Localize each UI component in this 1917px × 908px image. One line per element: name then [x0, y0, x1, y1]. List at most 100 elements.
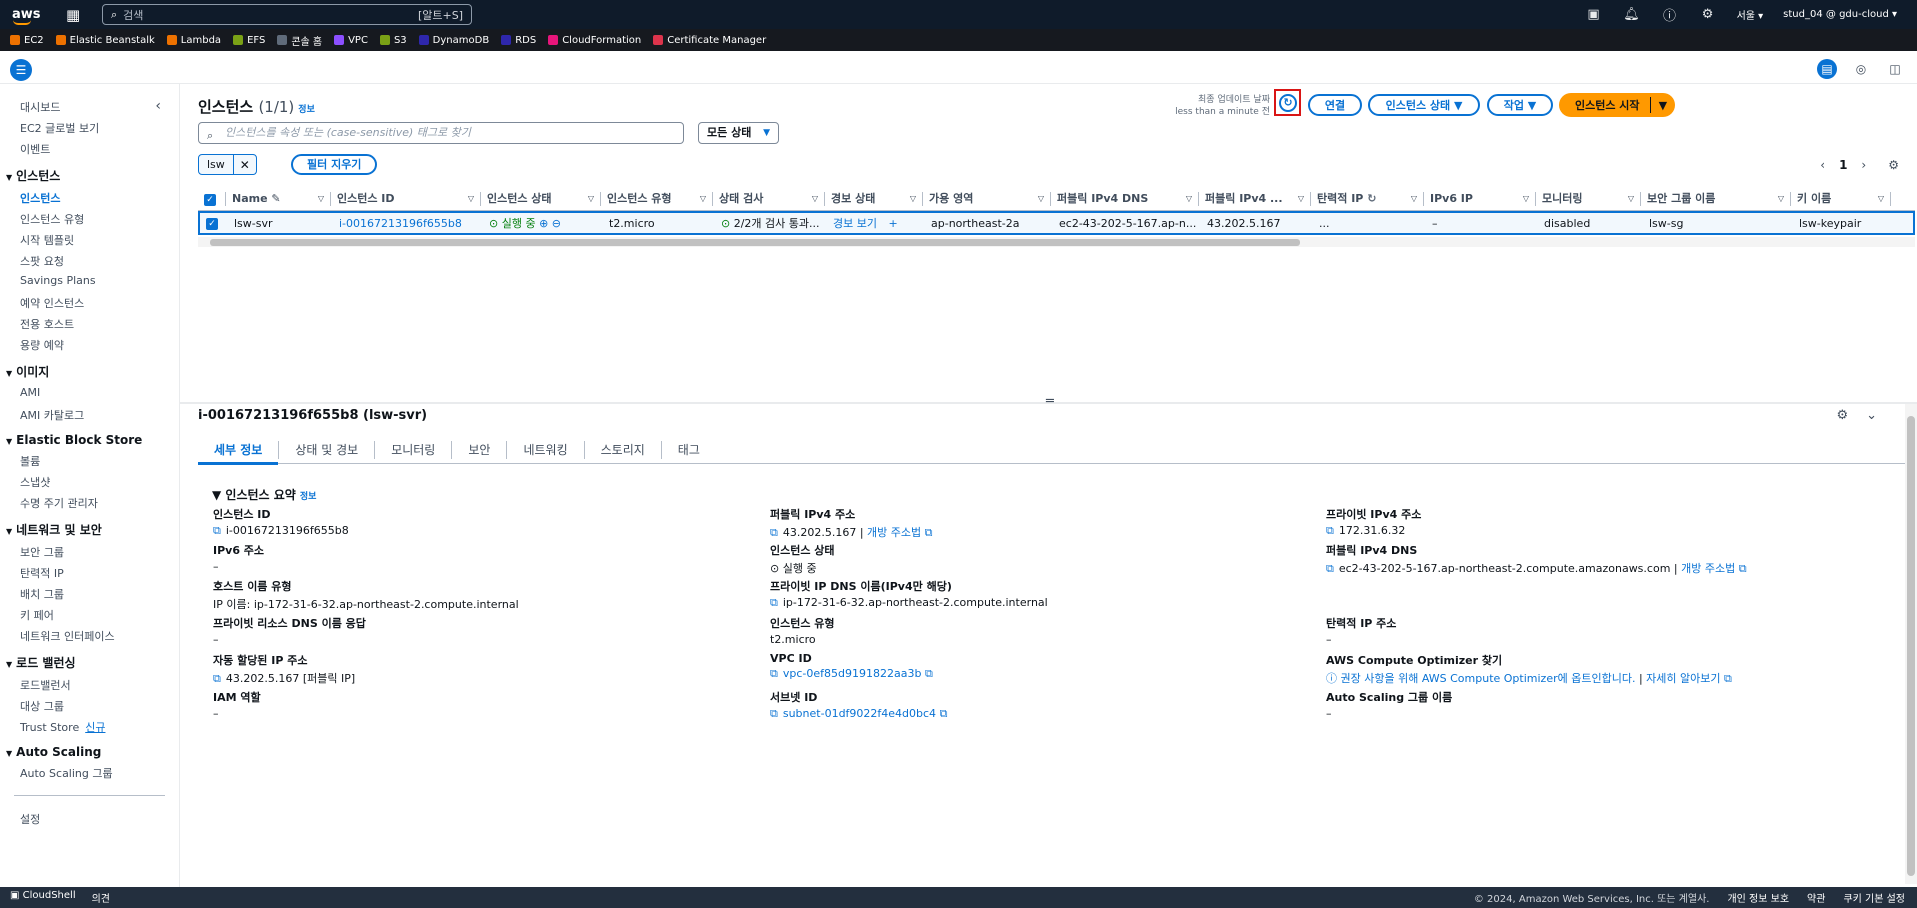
sidebar-item[interactable]: 대시보드 [0, 96, 179, 117]
sidebar-item[interactable]: 예약 인스턴스 [0, 292, 179, 313]
sort-caret-icon[interactable]: ▽ [588, 192, 594, 206]
info-link[interactable]: 정보 [298, 105, 315, 115]
sidebar-section-header[interactable]: Elastic Block Store [0, 425, 179, 450]
add-alarm-icon[interactable]: + [888, 217, 897, 230]
sidebar-item[interactable]: AMI 카탈로그 [0, 404, 179, 425]
favorite-dynamodb[interactable]: DynamoDB [418, 35, 489, 46]
scrollbar-thumb[interactable] [210, 239, 1300, 246]
favorite-콘솔-홈[interactable]: 콘솔 홈 [277, 33, 322, 48]
sidebar-item[interactable]: 용량 예약 [0, 334, 179, 355]
sort-caret-icon[interactable]: ▽ [1038, 192, 1044, 206]
copy-icon[interactable]: ⧉ [770, 667, 778, 680]
sidebar-item[interactable]: 인스턴스 유형 [0, 208, 179, 229]
page-number[interactable]: 1 [1839, 158, 1847, 172]
sort-caret-icon[interactable]: ▽ [1411, 192, 1417, 206]
aws-logo[interactable]: aws [12, 7, 50, 25]
column-header[interactable]: 퍼블릭 IPv4 DNS ▽ [1051, 191, 1199, 206]
copy-icon[interactable]: ⧉ [213, 524, 221, 537]
sidebar-item[interactable]: 네트워크 인터페이스 [0, 625, 179, 646]
sidebar-item[interactable]: 배치 그룹 [0, 583, 179, 604]
select-all-checkbox[interactable]: ✓ [198, 191, 226, 206]
split-panel-divider[interactable]: ═ [180, 394, 1917, 409]
privacy-link[interactable]: 개인 정보 보호 [1727, 890, 1789, 905]
prev-page-icon[interactable]: ‹ [1820, 158, 1825, 172]
menu-hamburger-icon[interactable]: ☰ [10, 59, 32, 81]
sidebar-section-header[interactable]: 이미지 [0, 355, 179, 383]
sidebar-item[interactable]: 전용 호스트 [0, 313, 179, 334]
view-alarms-link[interactable]: 경보 보기 [833, 217, 877, 230]
table-settings-gear-icon[interactable]: ⚙ [1888, 158, 1899, 172]
clear-filters-button[interactable]: 필터 지우기 [291, 154, 378, 175]
column-header[interactable]: 퍼블릭 IPv4 ... ▽ [1199, 191, 1311, 206]
panel-toggle-icon[interactable]: ▤ [1817, 59, 1837, 79]
info-link[interactable]: 정보 [300, 492, 317, 502]
learn-more-link[interactable]: 자세히 알아보기 [1646, 672, 1720, 685]
copy-icon[interactable]: ⧉ [770, 707, 778, 720]
terms-link[interactable]: 약관 [1807, 890, 1825, 905]
sidebar-item[interactable]: 로드밸런서 [0, 674, 179, 695]
copy-icon[interactable]: ⧉ [770, 526, 778, 539]
region-selector[interactable]: 서울 ▾ [1727, 7, 1774, 22]
row-checkbox[interactable]: ✓ [200, 216, 228, 230]
remove-token-icon[interactable]: ✕ [234, 158, 256, 172]
sidebar-item[interactable]: Savings Plans [0, 271, 179, 292]
detail-vertical-scrollbar[interactable] [1905, 404, 1917, 884]
subnet-link[interactable]: subnet-01df9022f4e4d0bc4 [783, 707, 936, 720]
sidebar-item[interactable]: 볼륨 [0, 450, 179, 471]
instance-summary-header[interactable]: ▼ 인스턴스 요약 정보 [212, 486, 316, 503]
favorite-efs[interactable]: EFS [233, 35, 265, 46]
sort-caret-icon[interactable]: ▽ [1298, 192, 1304, 206]
sidebar-section-header[interactable]: 로드 밸런싱 [0, 646, 179, 674]
search-input[interactable]: ⌕ 검색 [알트+S] [102, 4, 472, 25]
sidebar-item[interactable]: 스냅샷 [0, 471, 179, 492]
sort-caret-icon[interactable]: ▽ [318, 192, 324, 206]
collapse-panel-chevron-icon[interactable]: ⌄ [1866, 408, 1877, 423]
sidebar-section-header[interactable]: 네트워크 및 보안 [0, 513, 179, 541]
sidebar-item[interactable]: 대상 그룹 [0, 695, 179, 716]
feedback-link[interactable]: 의견 [92, 890, 110, 905]
sidebar-item-settings[interactable]: 설정 [0, 808, 179, 829]
favorite-rds[interactable]: RDS [501, 35, 536, 46]
settings-gear-icon[interactable]: ⚙ [1689, 7, 1727, 22]
sidebar-item[interactable]: Auto Scaling 그룹 [0, 762, 179, 783]
sidebar-section-header[interactable]: 인스턴스 [0, 159, 179, 187]
sort-caret-icon[interactable]: ▽ [1186, 192, 1192, 206]
sidebar-item[interactable]: EC2 글로벌 보기 [0, 117, 179, 138]
sort-caret-icon[interactable]: ▽ [700, 192, 706, 206]
vpc-link[interactable]: vpc-0ef85d9191822aa3b [783, 667, 922, 680]
zoom-out-icon[interactable]: ⊖ [552, 217, 561, 230]
copy-icon[interactable]: ⧉ [1326, 562, 1334, 575]
sidebar-item[interactable]: AMI [0, 383, 179, 404]
sort-caret-icon[interactable]: ▽ [1878, 192, 1884, 206]
copy-icon[interactable]: ⧉ [213, 672, 221, 685]
refresh-button[interactable]: ↻ [1274, 89, 1301, 116]
column-header[interactable]: 인스턴스 상태 ▽ [481, 191, 601, 206]
tab[interactable]: 세부 정보 [198, 441, 280, 465]
open-address-link[interactable]: 개방 주소법 [1681, 562, 1735, 575]
collapse-sidebar-icon[interactable]: ‹ [155, 98, 161, 114]
tab[interactable]: 스토리지 [585, 441, 662, 459]
launch-instances-button[interactable]: 인스턴스 시작 ▼ [1559, 93, 1676, 117]
copy-icon[interactable]: ⧉ [1326, 524, 1334, 537]
cell-instance-id[interactable]: i-00167213196f655b8 [333, 217, 483, 230]
favorite-elastic-beanstalk[interactable]: Elastic Beanstalk [55, 35, 155, 46]
tab[interactable]: 네트워킹 [507, 441, 585, 459]
favorite-s3[interactable]: S3 [379, 35, 407, 46]
table-row[interactable]: ✓ lsw-svr i-00167213196f655b8 ⊙ 실행 중 ⊕ ⊖… [198, 211, 1915, 235]
sidebar-item[interactable]: 수명 주기 관리자 [0, 492, 179, 513]
sidebar-item[interactable]: 시작 템플릿 [0, 229, 179, 250]
launch-dropdown-caret[interactable]: ▼ [1651, 99, 1675, 112]
cookie-preferences-link[interactable]: 쿠키 기본 설정 [1843, 890, 1905, 905]
instance-state-button[interactable]: 인스턴스 상태 ▼ [1368, 94, 1480, 116]
sort-caret-icon[interactable]: ▽ [910, 192, 916, 206]
copy-icon[interactable]: ⧉ [770, 596, 778, 609]
tab[interactable]: 모니터링 [375, 441, 453, 459]
sidebar-item[interactable]: 이벤트 [0, 138, 179, 159]
favorite-ec2[interactable]: EC2 [10, 35, 44, 46]
drag-handle-icon[interactable]: ═ [1046, 394, 1054, 409]
sort-caret-icon[interactable]: ▽ [812, 192, 818, 206]
next-page-icon[interactable]: › [1861, 158, 1866, 172]
column-header[interactable]: 탄력적 IP ↻ ▽ [1311, 191, 1424, 206]
column-header[interactable]: 키 이름 ▽ [1791, 191, 1891, 206]
table-horizontal-scrollbar[interactable] [198, 237, 1915, 247]
